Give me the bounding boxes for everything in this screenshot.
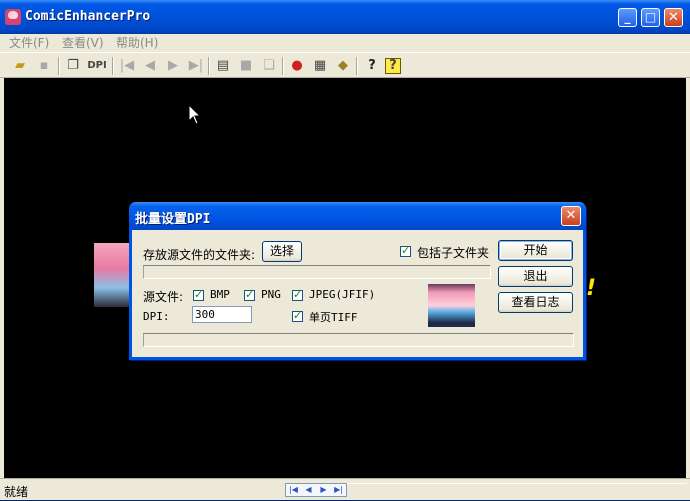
- save-icon[interactable]: ▪: [34, 56, 54, 76]
- background-image-thumbnail: [94, 243, 134, 307]
- toolbar: ▰ ▪ ❐ DPI |◀ ◀ ▶ ▶| ▤ ■ ❏ ● ▦ ◆ ? ?: [0, 52, 690, 78]
- include-subfolders-label: 包括子文件夹: [417, 246, 490, 260]
- progress-bar: [143, 333, 574, 347]
- preview-image: [428, 284, 475, 327]
- open-folder-icon[interactable]: ▰: [10, 56, 30, 76]
- start-button[interactable]: 开始: [498, 240, 573, 261]
- bmp-label: BMP: [210, 288, 230, 301]
- toolbar-separator: [208, 57, 210, 75]
- toolbar-separator: [282, 57, 284, 75]
- horizontal-scrollbar[interactable]: [347, 483, 687, 498]
- mouse-cursor-icon: [188, 104, 202, 125]
- page-icon[interactable]: ■: [236, 56, 256, 76]
- film-icon[interactable]: ▦: [310, 56, 330, 76]
- batch-icon[interactable]: ❐: [63, 56, 83, 76]
- menu-help[interactable]: 帮助(H): [116, 34, 158, 52]
- toolbar-separator: [112, 57, 114, 75]
- window-title: ComicEnhancerPro: [25, 9, 151, 24]
- next-page-icon[interactable]: ▶: [163, 56, 183, 76]
- toolbar-separator: [356, 57, 358, 75]
- window-icon[interactable]: ▤: [213, 56, 233, 76]
- color-icon[interactable]: ●: [287, 56, 307, 76]
- bmp-checkbox[interactable]: [193, 288, 204, 301]
- source-folder-label: 存放源文件的文件夹:: [143, 248, 256, 262]
- include-subfolders-checkbox[interactable]: [400, 244, 411, 257]
- maximize-button[interactable]: □: [641, 8, 660, 27]
- exit-button[interactable]: 退出: [498, 266, 573, 287]
- status-text: 就绪: [4, 485, 29, 499]
- tag-icon[interactable]: ◆: [333, 56, 353, 76]
- first-page-icon[interactable]: |◀: [117, 56, 137, 76]
- dialog-close-button[interactable]: ✕: [561, 206, 581, 226]
- app-icon[interactable]: [5, 9, 21, 25]
- toolbar-separator: [58, 57, 60, 75]
- folder-path-display: [143, 265, 491, 279]
- prev-page-icon[interactable]: ◀: [140, 56, 160, 76]
- jpeg-label: JPEG(JFIF): [309, 288, 376, 301]
- batch-dpi-dialog: 批量设置DPI ✕ 存放源文件的文件夹: 选择 包括子文件夹 开始 退出 查看日…: [129, 202, 586, 360]
- single-tiff-checkbox[interactable]: [292, 309, 303, 322]
- exclamation-mark-graphic: !: [586, 276, 597, 301]
- dialog-body: 存放源文件的文件夹: 选择 包括子文件夹 开始 退出 查看日志 源文件: BMP…: [132, 230, 583, 357]
- dialog-title: 批量设置DPI: [135, 212, 211, 227]
- minimize-button[interactable]: _: [618, 8, 637, 27]
- menu-bar: 文件(F) 查看(V) 帮助(H): [0, 34, 690, 52]
- jpeg-checkbox[interactable]: [292, 288, 303, 301]
- view-log-button[interactable]: 查看日志: [498, 292, 573, 313]
- single-tiff-label: 单页TIFF: [309, 311, 358, 324]
- title-bar[interactable]: ComicEnhancerPro _ □ ✕: [0, 0, 690, 34]
- page-navigation: |◀ ◀ ▶ ▶|: [285, 483, 347, 497]
- nav-next-icon[interactable]: ▶: [316, 484, 331, 496]
- dialog-title-bar[interactable]: 批量设置DPI ✕: [129, 202, 586, 230]
- png-checkbox[interactable]: [244, 288, 255, 301]
- dpi-label: DPI:: [143, 310, 170, 323]
- nav-first-icon[interactable]: |◀: [286, 484, 301, 496]
- choose-folder-button[interactable]: 选择: [262, 241, 302, 262]
- dpi-input[interactable]: [192, 306, 252, 323]
- nav-prev-icon[interactable]: ◀: [301, 484, 316, 496]
- menu-file[interactable]: 文件(F): [9, 34, 49, 52]
- source-files-label: 源文件:: [143, 290, 184, 304]
- copy-icon[interactable]: ❏: [259, 56, 279, 76]
- help-icon[interactable]: ?: [362, 56, 382, 76]
- menu-view[interactable]: 查看(V): [62, 34, 104, 52]
- context-help-icon[interactable]: ?: [385, 58, 401, 74]
- close-button[interactable]: ✕: [664, 8, 683, 27]
- last-page-icon[interactable]: ▶|: [186, 56, 206, 76]
- png-label: PNG: [261, 288, 281, 301]
- nav-last-icon[interactable]: ▶|: [331, 484, 346, 496]
- dpi-button[interactable]: DPI: [86, 56, 108, 76]
